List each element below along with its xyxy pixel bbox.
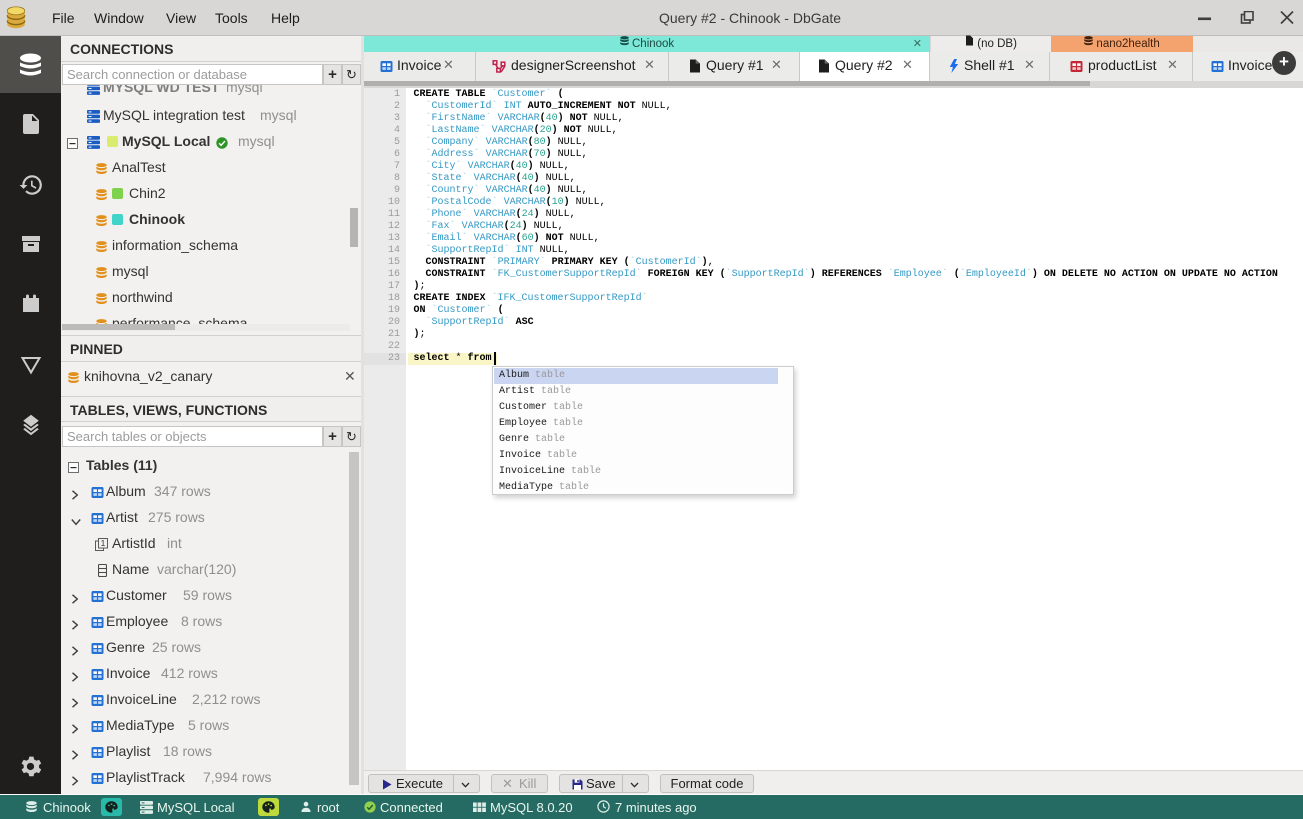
svg-text:1: 1 xyxy=(101,538,106,548)
